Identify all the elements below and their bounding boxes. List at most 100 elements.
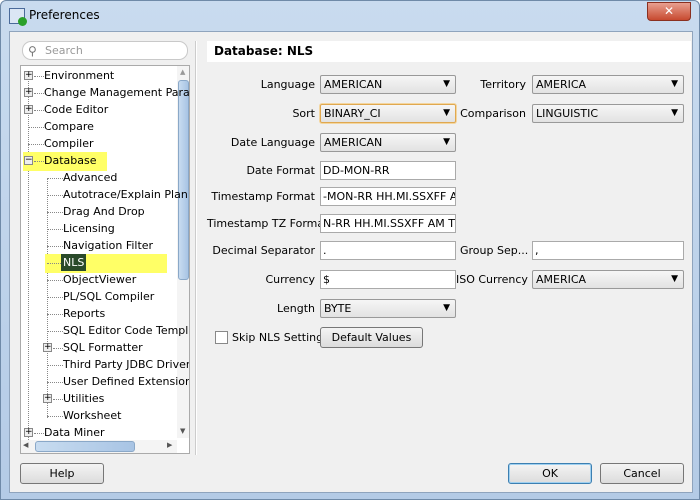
tree-connector — [47, 314, 63, 315]
tree-connector — [47, 280, 63, 281]
territory-value: AMERICA — [536, 78, 587, 91]
iso-currency-value: AMERICA — [536, 273, 587, 286]
splitter[interactable] — [195, 41, 197, 455]
comparison-label: Comparison — [460, 107, 526, 120]
tree-item-data-miner[interactable]: Data Miner — [44, 424, 105, 441]
decimal-separator-label: Decimal Separator — [212, 244, 315, 257]
expand-icon[interactable]: + — [24, 105, 33, 114]
default-values-button[interactable]: Default Values — [320, 327, 423, 348]
tree-connector — [47, 246, 63, 247]
tree-item-code-editor[interactable]: Code Editor — [44, 101, 108, 118]
collapse-icon[interactable]: − — [24, 156, 33, 165]
ok-button[interactable]: OK — [508, 463, 592, 484]
comparison-value: LINGUISTIC — [536, 107, 599, 120]
language-select[interactable]: AMERICAN ▼ — [320, 75, 456, 94]
tree-item-database[interactable]: Database — [44, 152, 97, 169]
tree-item-compare[interactable]: Compare — [44, 118, 94, 135]
expand-icon[interactable]: + — [43, 394, 52, 403]
sort-select[interactable]: BINARY_CI ▼ — [320, 104, 456, 123]
currency-label: Currency — [265, 273, 315, 286]
date-format-label: Date Format — [246, 164, 315, 177]
scroll-up-icon[interactable]: ▲ — [180, 68, 185, 76]
territory-label: Territory — [480, 78, 526, 91]
length-select[interactable]: BYTE ▼ — [320, 299, 456, 318]
timestamp-format-input[interactable]: -MON-RR HH.MI.SSXFF AM — [320, 187, 456, 206]
tree-item-user-defined-extension[interactable]: User Defined Extension — [63, 373, 189, 390]
iso-currency-label: ISO Currency — [456, 273, 528, 286]
scroll-left-icon[interactable]: ◀ — [23, 441, 28, 449]
date-language-label: Date Language — [230, 136, 315, 149]
chevron-down-icon: ▼ — [443, 79, 450, 89]
tree-item-autotrace-explain-plan[interactable]: Autotrace/Explain Plan — [63, 186, 188, 203]
language-label: Language — [260, 78, 315, 91]
scroll-down-icon[interactable]: ▼ — [180, 427, 185, 435]
tree-connector — [53, 348, 63, 349]
chevron-down-icon: ▼ — [443, 108, 450, 118]
tree-item-compiler[interactable]: Compiler — [44, 135, 94, 152]
length-value: BYTE — [324, 302, 352, 315]
iso-currency-select[interactable]: AMERICA ▼ — [532, 270, 684, 289]
decimal-separator-input[interactable]: . — [320, 241, 456, 260]
help-button[interactable]: Help — [20, 463, 104, 484]
tree-connector — [28, 127, 44, 128]
date-format-input[interactable]: DD-MON-RR — [320, 161, 456, 180]
preferences-tree: ▲ ▼ ◀ ▶ + Environment + Change Management P… — [20, 65, 190, 454]
tree-item-utilities[interactable]: Utilities — [63, 390, 104, 407]
tree-connector — [47, 212, 63, 213]
group-separator-label: Group Sep... — [460, 244, 529, 257]
tree-connector — [47, 195, 63, 196]
tree-item-nls[interactable]: NLS — [61, 254, 87, 271]
tree-connector — [47, 365, 63, 366]
tree-item-worksheet[interactable]: Worksheet — [63, 407, 121, 424]
skip-nls-checkbox[interactable] — [215, 331, 228, 344]
expand-icon[interactable]: + — [24, 71, 33, 80]
tree-item-licensing[interactable]: Licensing — [63, 220, 115, 237]
chevron-down-icon: ▼ — [671, 274, 678, 284]
dialog-body: ⚲ Search ▲ ▼ ◀ ▶ + Environment + Change Mana… — [9, 31, 693, 493]
tree-item-advanced[interactable]: Advanced — [63, 169, 117, 186]
tree-item-environment[interactable]: Environment — [44, 67, 114, 84]
tree-connector — [47, 178, 63, 179]
tree-item-sql-editor-code-templa[interactable]: SQL Editor Code Templa — [63, 322, 189, 339]
timestamp-tz-format-input[interactable]: N-RR HH.MI.SSXFF AM TZR — [320, 214, 456, 233]
expand-icon[interactable]: + — [24, 88, 33, 97]
scroll-right-icon[interactable]: ▶ — [167, 441, 172, 449]
date-language-value: AMERICAN — [324, 136, 383, 149]
sort-value: BINARY_CI — [324, 107, 381, 120]
timestamp-tz-format-label: Timestamp TZ Format — [207, 217, 329, 230]
timestamp-format-label: Timestamp Format — [211, 190, 315, 203]
search-input[interactable]: ⚲ Search — [22, 41, 188, 60]
group-separator-input[interactable]: , — [532, 241, 684, 260]
tree-connector — [53, 399, 63, 400]
tree-horizontal-scrollbar[interactable]: ◀ ▶ — [21, 440, 177, 453]
tree-item-drag-and-drop[interactable]: Drag And Drop — [63, 203, 145, 220]
tree-connector — [34, 161, 44, 162]
comparison-select[interactable]: LINGUISTIC ▼ — [532, 104, 684, 123]
expand-icon[interactable]: + — [43, 343, 52, 352]
chevron-down-icon: ▼ — [671, 108, 678, 118]
tree-connector — [47, 297, 63, 298]
currency-input[interactable]: $ — [320, 270, 456, 289]
tree-item-third-party-jdbc-driver[interactable]: Third Party JDBC Driver — [63, 356, 189, 373]
tree-item-reports[interactable]: Reports — [63, 305, 105, 322]
tree-item-sql-formatter[interactable]: SQL Formatter — [63, 339, 143, 356]
date-language-select[interactable]: AMERICAN ▼ — [320, 133, 456, 152]
preferences-window: Preferences ✕ ⚲ Search ▲ ▼ ◀ ▶ + Environme… — [0, 0, 700, 500]
tree-item-change-management-parar[interactable]: Change Management Parar — [44, 84, 189, 101]
tree-connector — [34, 76, 44, 77]
sort-label: Sort — [292, 107, 315, 120]
scrollbar-thumb[interactable] — [178, 80, 189, 280]
tree-item-objectviewer[interactable]: ObjectViewer — [63, 271, 136, 288]
tree-connector — [34, 110, 44, 111]
expand-icon[interactable]: + — [24, 428, 33, 437]
tree-connector — [34, 93, 44, 94]
hscrollbar-thumb[interactable] — [35, 441, 135, 452]
length-label: Length — [277, 302, 315, 315]
skip-nls-label[interactable]: Skip NLS Settings — [232, 328, 329, 347]
territory-select[interactable]: AMERICA ▼ — [532, 75, 684, 94]
tree-item-navigation-filter[interactable]: Navigation Filter — [63, 237, 153, 254]
cancel-button[interactable]: Cancel — [600, 463, 684, 484]
window-title: Preferences — [29, 8, 100, 22]
close-button[interactable]: ✕ — [647, 2, 691, 21]
tree-item-pl-sql-compiler[interactable]: PL/SQL Compiler — [63, 288, 154, 305]
